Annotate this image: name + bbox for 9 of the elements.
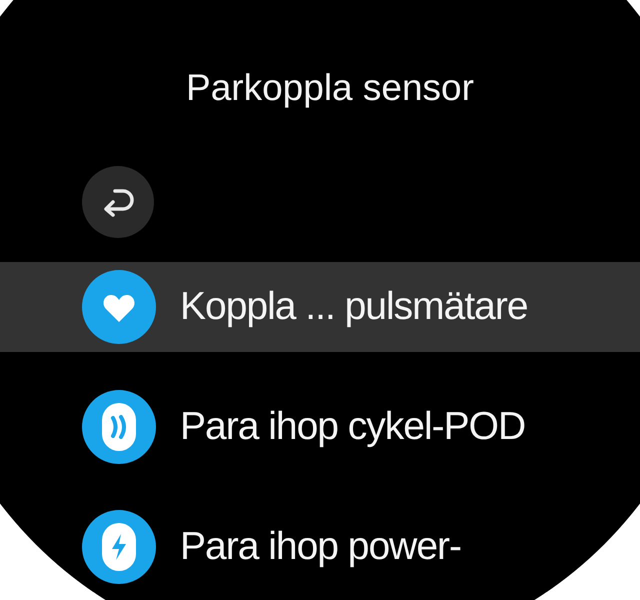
menu-item-label: Para ihop power- (180, 524, 461, 570)
power-pod-icon (82, 510, 156, 584)
menu-item[interactable]: Koppla ... pulsmätare (0, 262, 640, 352)
sensor-pod-icon (82, 390, 156, 464)
menu-item-label: Koppla ... pulsmätare (180, 284, 528, 330)
menu-item-label: Para ihop cykel-POD (180, 404, 526, 450)
menu-item[interactable]: Para ihop power- (0, 502, 640, 592)
return-arrow-icon (101, 187, 135, 217)
screen-title: Parkoppla sensor (186, 68, 474, 106)
